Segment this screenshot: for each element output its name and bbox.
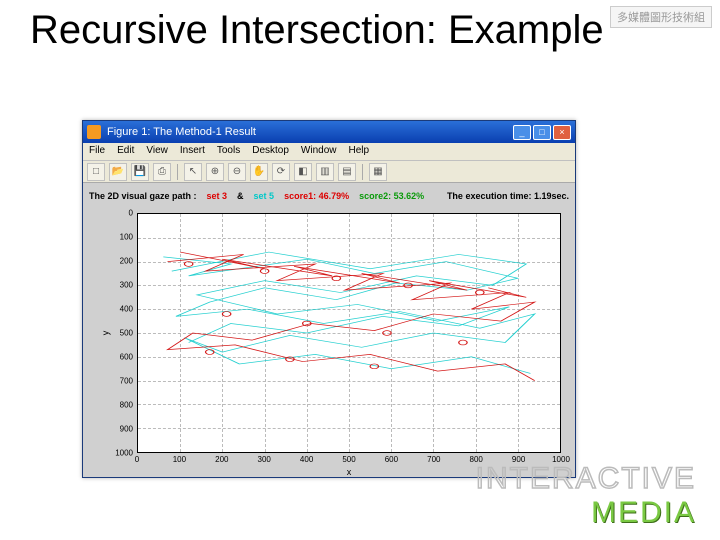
watermark-line2: MEDIA bbox=[476, 496, 696, 530]
datatip-icon[interactable]: ◧ bbox=[294, 163, 312, 181]
print-icon[interactable]: ⎙ bbox=[153, 163, 171, 181]
menubar: File Edit View Insert Tools Desktop Wind… bbox=[83, 143, 575, 161]
amp-label: & bbox=[237, 191, 244, 201]
slide-title: Recursive Intersection: Example bbox=[30, 8, 604, 53]
menu-window[interactable]: Window bbox=[301, 145, 337, 158]
menu-view[interactable]: View bbox=[146, 145, 168, 158]
menu-file[interactable]: File bbox=[89, 145, 105, 158]
plot-info-bar: The 2D visual gaze path : set 3 & set 5 … bbox=[83, 183, 575, 209]
axes-icon[interactable]: ▦ bbox=[369, 163, 387, 181]
menu-edit[interactable]: Edit bbox=[117, 145, 134, 158]
toolbar-separator bbox=[177, 164, 178, 180]
rotate-icon[interactable]: ⟳ bbox=[272, 163, 290, 181]
save-icon[interactable]: 💾 bbox=[131, 163, 149, 181]
close-button[interactable]: × bbox=[553, 125, 571, 140]
menu-insert[interactable]: Insert bbox=[180, 145, 205, 158]
score2-label: score2: 53.62% bbox=[359, 191, 424, 201]
score1-label: score1: 46.79% bbox=[284, 191, 349, 201]
titlebar[interactable]: Figure 1: The Method-1 Result _ □ × bbox=[83, 121, 575, 143]
matlab-figure-window: Figure 1: The Method-1 Result _ □ × File… bbox=[82, 120, 576, 478]
menu-tools[interactable]: Tools bbox=[217, 145, 240, 158]
set3-label: set 3 bbox=[207, 191, 228, 201]
colorbar-icon[interactable]: ▥ bbox=[316, 163, 334, 181]
minimize-button[interactable]: _ bbox=[513, 125, 531, 140]
x-axis-label: x bbox=[347, 467, 352, 477]
axes[interactable] bbox=[137, 213, 561, 453]
toolbar-separator bbox=[362, 164, 363, 180]
plot-heading: The 2D visual gaze path : bbox=[89, 191, 197, 201]
gaze-path-plot bbox=[138, 214, 560, 452]
pointer-icon[interactable]: ↖ bbox=[184, 163, 202, 181]
corner-badge: 多媒體圖形技術組 bbox=[610, 6, 712, 28]
maximize-button[interactable]: □ bbox=[533, 125, 551, 140]
exec-time-label: The execution time: 1.19sec. bbox=[447, 191, 569, 201]
window-title: Figure 1: The Method-1 Result bbox=[107, 126, 256, 138]
set5-label: set 5 bbox=[254, 191, 275, 201]
menu-desktop[interactable]: Desktop bbox=[252, 145, 289, 158]
pan-icon[interactable]: ✋ bbox=[250, 163, 268, 181]
menu-help[interactable]: Help bbox=[349, 145, 370, 158]
plot-area: The 2D visual gaze path : set 3 & set 5 … bbox=[83, 183, 575, 477]
new-icon[interactable]: □ bbox=[87, 163, 105, 181]
toolbar: □ 📂 💾 ⎙ ↖ ⊕ ⊖ ✋ ⟳ ◧ ▥ ▤ ▦ bbox=[83, 161, 575, 183]
zoomin-icon[interactable]: ⊕ bbox=[206, 163, 224, 181]
legend-icon[interactable]: ▤ bbox=[338, 163, 356, 181]
matlab-icon bbox=[87, 125, 101, 139]
open-icon[interactable]: 📂 bbox=[109, 163, 127, 181]
zoomout-icon[interactable]: ⊖ bbox=[228, 163, 246, 181]
